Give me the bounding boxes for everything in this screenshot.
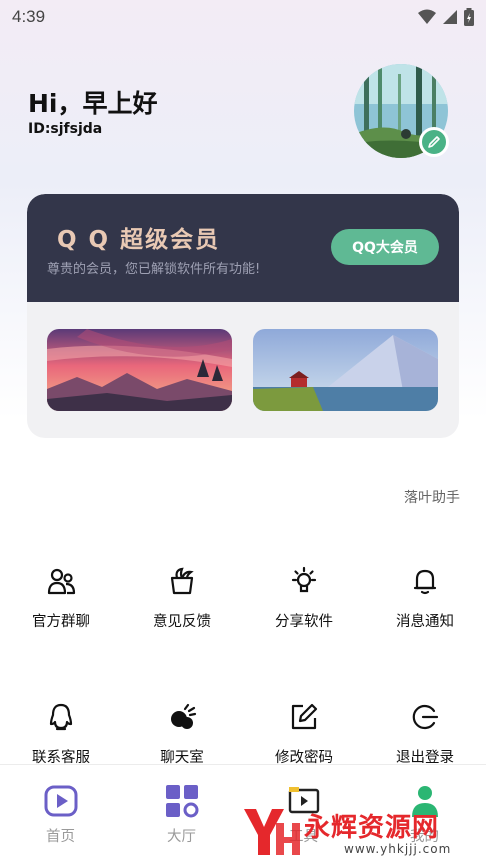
status-time: 4:39 — [12, 7, 46, 26]
grid-label: 意见反馈 — [153, 614, 211, 630]
bulb-icon — [289, 566, 319, 596]
bell-icon — [410, 566, 440, 596]
yh-logo-icon — [244, 809, 300, 855]
signal-icon — [443, 10, 457, 24]
banner-image-sunset[interactable] — [47, 329, 232, 411]
nav-item-hall[interactable]: 大厅 — [121, 765, 242, 864]
wifi-icon — [418, 9, 436, 24]
battery-icon — [464, 8, 474, 26]
chat-icon — [167, 702, 197, 732]
play-icon — [43, 783, 79, 819]
pencil-icon — [428, 136, 440, 148]
nav-item-home[interactable]: 首页 — [0, 765, 121, 864]
status-icons — [418, 8, 474, 26]
logout-icon — [410, 702, 440, 732]
grid-item-group-chat[interactable]: 官方群聊 — [0, 566, 122, 646]
vip-subtitle: 尊贵的会员，您已解锁软件所有功能! — [47, 262, 261, 277]
helper-label[interactable]: 落叶助手 — [370, 487, 460, 507]
nav-label: 大厅 — [167, 829, 196, 845]
edit-avatar-button[interactable] — [419, 127, 449, 157]
qq-vip-button[interactable]: QQ大会员 — [331, 229, 439, 265]
apps-icon — [164, 783, 200, 819]
vip-title: Q Q 超级会员 — [57, 227, 221, 253]
grid-label: 分享软件 — [275, 614, 333, 630]
qq-penguin-icon — [46, 702, 76, 732]
feedback-icon — [167, 566, 197, 596]
status-bar: 4:39 — [0, 0, 486, 34]
vip-header: Q Q 超级会员 尊贵的会员，您已解锁软件所有功能! QQ大会员 — [27, 194, 459, 302]
watermark-text: 永辉资源网 — [304, 813, 440, 843]
greeting-title: Hi，早上好 — [28, 89, 158, 118]
grid-label: 消息通知 — [396, 614, 454, 630]
nav-label: 首页 — [46, 829, 75, 845]
group-icon — [46, 566, 76, 596]
edit-icon — [289, 702, 319, 732]
grid-item-feedback[interactable]: 意见反馈 — [121, 566, 243, 646]
vip-card: Q Q 超级会员 尊贵的会员，您已解锁软件所有功能! QQ大会员 — [27, 194, 459, 438]
watermark-url: www.yhkjjj.com — [344, 842, 452, 856]
watermark: 永辉资源网 www.yhkjjj.com — [240, 803, 480, 859]
user-id: ID:sjfsjdа — [28, 121, 103, 137]
grid-item-notifications[interactable]: 消息通知 — [364, 566, 486, 646]
grid-label: 官方群聊 — [32, 614, 90, 630]
banner-image-mountain[interactable] — [253, 329, 438, 411]
grid-item-share[interactable]: 分享软件 — [243, 566, 365, 646]
